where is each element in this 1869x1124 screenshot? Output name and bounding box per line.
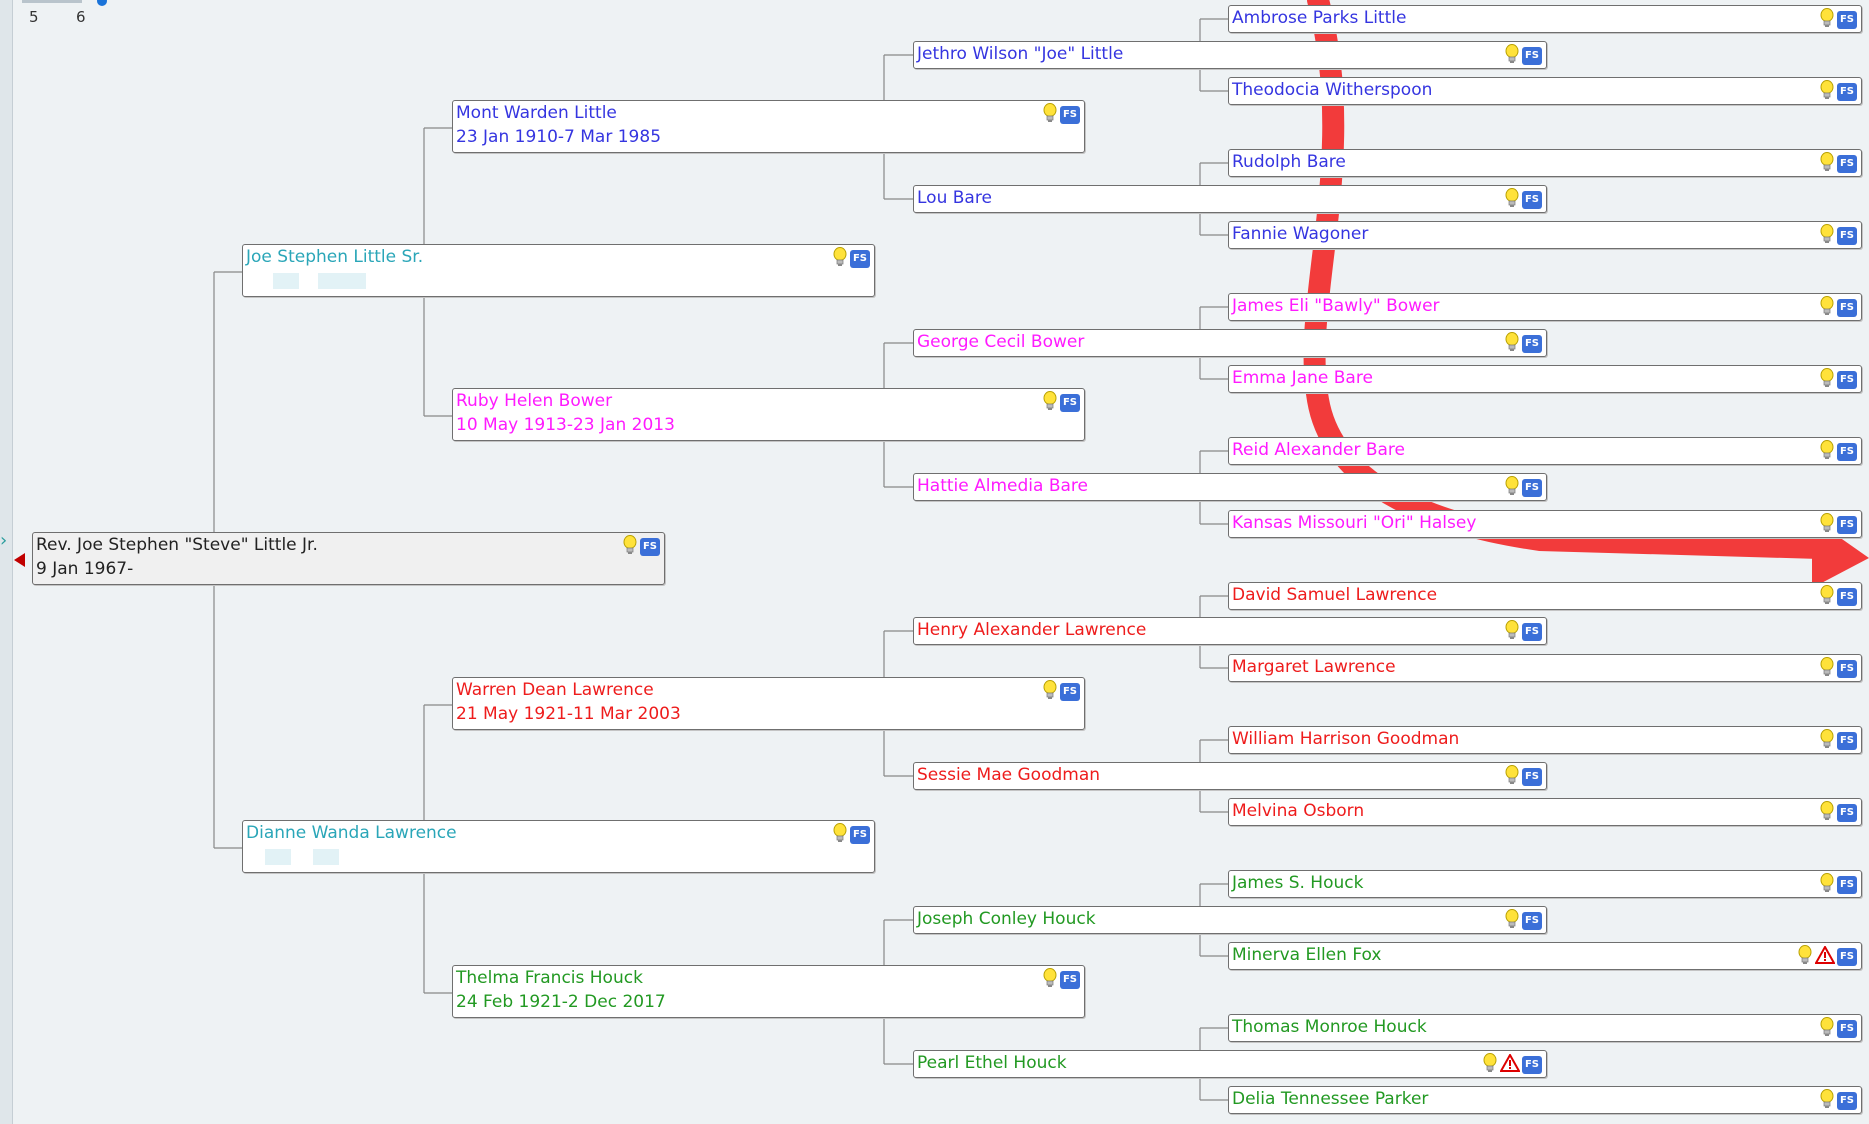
familysearch-icon[interactable]: FS [1837,371,1857,389]
lightbulb-icon[interactable] [1819,368,1835,392]
lightbulb-icon[interactable] [1504,44,1520,68]
person-name: James S. Houck [1232,873,1364,893]
person-box-gen5-10[interactable]: Margaret Lawrence FS [1228,654,1862,682]
familysearch-icon[interactable]: FS [1837,876,1857,894]
lightbulb-icon[interactable] [1504,332,1520,356]
person-box-gen5-13[interactable]: James S. Houck FS [1228,870,1862,898]
familysearch-icon[interactable]: FS [1837,83,1857,101]
person-name: James Eli "Bawly" Bower [1232,296,1440,316]
lightbulb-icon[interactable] [1504,620,1520,644]
person-name: Ambrose Parks Little [1232,8,1407,28]
familysearch-icon[interactable]: FS [1837,227,1857,245]
lightbulb-icon[interactable] [1504,765,1520,789]
familysearch-icon[interactable]: FS [1522,1056,1542,1074]
person-box-gen4-6[interactable]: Sessie Mae Goodman FS [913,762,1547,790]
familysearch-icon[interactable]: FS [1837,443,1857,461]
person-name: George Cecil Bower [917,332,1085,352]
lightbulb-icon[interactable] [1819,296,1835,320]
person-name: Melvina Osborn [1232,801,1365,821]
person-name: Emma Jane Bare [1232,368,1373,388]
familysearch-icon[interactable]: FS [1837,299,1857,317]
person-name: Lou Bare [917,188,992,208]
lightbulb-icon[interactable] [1819,873,1835,897]
warning-icon[interactable] [1499,1052,1521,1076]
pedigree-canvas[interactable]: › 5 6 Rev. Joe Stephen "Steve" Little Jr… [0,0,1869,1124]
familysearch-icon[interactable]: FS [1522,912,1542,930]
lightbulb-icon[interactable] [1482,1053,1498,1077]
person-box-gen5-7[interactable]: Reid Alexander Bare FS [1228,437,1862,465]
person-box-gen4-3[interactable]: George Cecil Bower FS [913,329,1547,357]
person-box-gen4-7[interactable]: Joseph Conley Houck FS [913,906,1547,934]
person-box-gen5-12[interactable]: Melvina Osborn FS [1228,798,1862,826]
lightbulb-icon[interactable] [1819,657,1835,681]
lightbulb-icon[interactable] [1504,476,1520,500]
familysearch-icon[interactable]: FS [1837,948,1857,966]
person-name: Fannie Wagoner [1232,224,1369,244]
familysearch-icon[interactable]: FS [1522,479,1542,497]
person-box-gen4-8[interactable]: Pearl Ethel Houck FS [913,1050,1547,1078]
person-box-gen4-1[interactable]: Jethro Wilson "Joe" Little FS [913,41,1547,69]
familysearch-icon[interactable]: FS [1837,516,1857,534]
person-box-gen4-2[interactable]: Lou Bare FS [913,185,1547,213]
person-name: Minerva Ellen Fox [1232,945,1382,965]
person-name: Theodocia Witherspoon [1232,80,1433,100]
person-name: Jethro Wilson "Joe" Little [917,44,1124,64]
person-box-gen5-2[interactable]: Theodocia Witherspoon FS [1228,77,1862,105]
familysearch-icon[interactable]: FS [1837,588,1857,606]
lightbulb-icon[interactable] [1819,8,1835,32]
person-name: Joseph Conley Houck [917,909,1096,929]
person-name: Sessie Mae Goodman [917,765,1101,785]
familysearch-icon[interactable]: FS [1522,191,1542,209]
familysearch-icon[interactable]: FS [1522,768,1542,786]
person-box-gen5-14[interactable]: Minerva Ellen Fox FS [1228,942,1862,970]
lightbulb-icon[interactable] [1819,1017,1835,1041]
lightbulb-icon[interactable] [1819,224,1835,248]
lightbulb-icon[interactable] [1504,909,1520,933]
person-box-gen5-8[interactable]: Kansas Missouri "Ori" Halsey FS [1228,510,1862,538]
lightbulb-icon[interactable] [1819,1089,1835,1113]
person-name: Kansas Missouri "Ori" Halsey [1232,513,1477,533]
person-name: David Samuel Lawrence [1232,585,1438,605]
person-box-gen4-5[interactable]: Henry Alexander Lawrence FS [913,617,1547,645]
familysearch-icon[interactable]: FS [1837,1020,1857,1038]
person-name: Delia Tennessee Parker [1232,1089,1429,1109]
person-box-gen5-5[interactable]: James Eli "Bawly" Bower FS [1228,293,1862,321]
person-box-gen4-4[interactable]: Hattie Almedia Bare FS [913,473,1547,501]
familysearch-icon[interactable]: FS [1837,732,1857,750]
lightbulb-icon[interactable] [1819,80,1835,104]
person-name: Hattie Almedia Bare [917,476,1088,496]
person-box-gen5-3[interactable]: Rudolph Bare FS [1228,149,1862,177]
person-name: Rudolph Bare [1232,152,1346,172]
person-box-gen5-6[interactable]: Emma Jane Bare FS [1228,365,1862,393]
familysearch-icon[interactable]: FS [1837,1092,1857,1110]
person-box-gen5-16[interactable]: Delia Tennessee Parker FS [1228,1086,1862,1114]
lightbulb-icon[interactable] [1819,729,1835,753]
familysearch-icon[interactable]: FS [1837,11,1857,29]
familysearch-icon[interactable]: FS [1522,623,1542,641]
person-box-gen5-9[interactable]: David Samuel Lawrence FS [1228,582,1862,610]
lightbulb-icon[interactable] [1819,801,1835,825]
person-name: Pearl Ethel Houck [917,1053,1067,1073]
person-name: Reid Alexander Bare [1232,440,1405,460]
person-box-gen5-11[interactable]: William Harrison Goodman FS [1228,726,1862,754]
person-name: Henry Alexander Lawrence [917,620,1147,640]
familysearch-icon[interactable]: FS [1837,660,1857,678]
familysearch-icon[interactable]: FS [1837,155,1857,173]
lightbulb-icon[interactable] [1797,945,1813,969]
lightbulb-icon[interactable] [1819,513,1835,537]
person-name: Thomas Monroe Houck [1232,1017,1427,1037]
familysearch-icon[interactable]: FS [1522,47,1542,65]
lightbulb-icon[interactable] [1819,585,1835,609]
person-box-gen5-4[interactable]: Fannie Wagoner FS [1228,221,1862,249]
familysearch-icon[interactable]: FS [1837,804,1857,822]
person-name: Margaret Lawrence [1232,657,1396,677]
lightbulb-icon[interactable] [1819,440,1835,464]
warning-icon[interactable] [1814,944,1836,968]
person-box-gen5-1[interactable]: Ambrose Parks Little FS [1228,5,1862,33]
person-name: William Harrison Goodman [1232,729,1460,749]
lightbulb-icon[interactable] [1504,188,1520,212]
person-box-gen5-15[interactable]: Thomas Monroe Houck FS [1228,1014,1862,1042]
lightbulb-icon[interactable] [1819,152,1835,176]
familysearch-icon[interactable]: FS [1522,335,1542,353]
